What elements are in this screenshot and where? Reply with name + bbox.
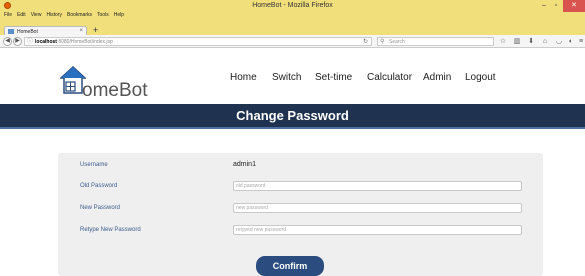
new-tab-button[interactable]: + <box>93 26 98 35</box>
menu-edit[interactable]: Edit <box>17 12 26 18</box>
page-title: Change Password <box>0 104 585 129</box>
username-value: admin1 <box>233 161 256 168</box>
menu-history[interactable]: History <box>46 12 62 18</box>
home-icon[interactable]: ⌂ <box>540 37 550 46</box>
menu-view[interactable]: View <box>31 12 42 18</box>
title-bar: HomeBot - Mozilla Firefox File Edit View… <box>0 0 585 26</box>
browser-window: HomeBot - Mozilla Firefox File Edit View… <box>0 0 585 276</box>
nav-home[interactable]: Home <box>230 72 257 83</box>
menu-help[interactable]: Help <box>114 12 124 18</box>
nav-logout[interactable]: Logout <box>465 72 496 83</box>
reload-icon[interactable]: ↻ <box>363 38 368 46</box>
confirm-button[interactable]: Confirm <box>256 256 324 276</box>
url-host: localhost <box>35 39 57 45</box>
close-window-button[interactable]: ✕ <box>563 0 585 12</box>
retype-password-field[interactable]: retyped new password <box>233 225 522 235</box>
nav-set-time[interactable]: Set-time <box>315 72 352 83</box>
url-path: :8080/HomeBot/index.jsp <box>56 39 113 45</box>
hamburger-menu-icon[interactable]: ≡ <box>576 37 585 46</box>
tab-strip <box>0 26 585 35</box>
new-password-label: New Password <box>80 205 121 211</box>
nav-switch[interactable]: Switch <box>272 72 301 83</box>
back-button[interactable]: ◀ <box>3 37 12 46</box>
nav-admin[interactable]: Admin <box>423 72 451 83</box>
search-icon: ⚲ <box>380 39 385 45</box>
search-placeholder: Search <box>389 39 405 45</box>
pocket-icon[interactable]: ◡ <box>554 37 564 46</box>
close-tab-icon[interactable]: × <box>79 28 83 34</box>
search-bar[interactable]: ⚲ Search <box>377 37 494 46</box>
homebot-favicon-icon <box>8 29 14 34</box>
extension-icon[interactable]: ◐ <box>566 37 576 46</box>
old-password-label: Old Password <box>80 183 118 189</box>
username-label: Username <box>80 162 108 168</box>
url-bar[interactable]: ⓘ localhost:8080/HomeBot/index.jsp ↻ <box>24 37 372 46</box>
library-icon[interactable]: ▥ <box>512 37 522 46</box>
site-info-icon[interactable]: ⓘ <box>27 38 33 46</box>
maximize-button[interactable]: ▫ <box>550 0 562 12</box>
nav-calculator[interactable]: Calculator <box>367 72 412 83</box>
old-password-field[interactable]: old password <box>233 181 522 191</box>
retype-password-label: Retype New Password <box>80 227 141 233</box>
menu-tools[interactable]: Tools <box>97 12 109 18</box>
menu-file[interactable]: File <box>4 12 12 18</box>
download-icon[interactable]: ⬇ <box>526 37 536 46</box>
forward-button[interactable]: ▶ <box>13 37 22 46</box>
menu-bar: File Edit View History Bookmarks Tools H… <box>4 12 124 18</box>
new-password-field[interactable]: new password <box>233 203 522 213</box>
site-logo-text[interactable]: omeBot <box>82 80 147 102</box>
bookmark-star-icon[interactable]: ☆ <box>498 37 508 46</box>
url-text: localhost:8080/HomeBot/index.jsp <box>35 39 113 45</box>
minimize-button[interactable]: – <box>538 0 550 12</box>
navigation-toolbar: ◀ ▶ ⓘ localhost:8080/HomeBot/index.jsp ↻… <box>0 35 585 48</box>
menu-bookmarks[interactable]: Bookmarks <box>67 12 92 18</box>
window-title: HomeBot - Mozilla Firefox <box>252 2 333 9</box>
